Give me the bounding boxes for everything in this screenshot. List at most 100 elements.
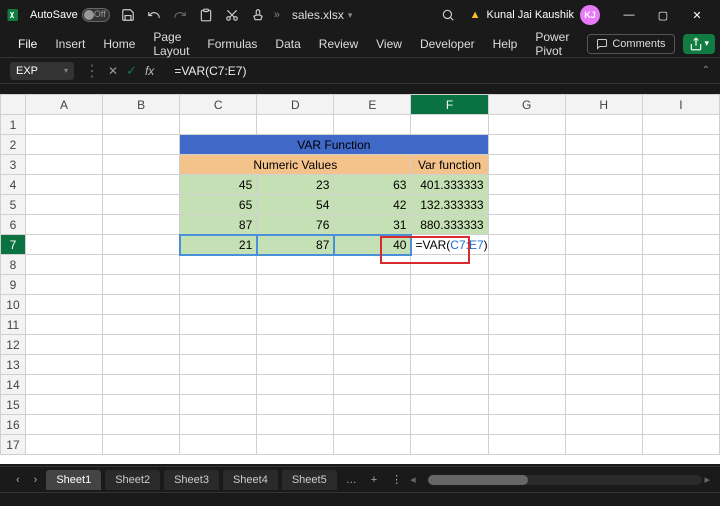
col-header[interactable]: B (103, 95, 180, 115)
cell[interactable]: 21 (180, 235, 257, 255)
tab-data[interactable]: Data (275, 37, 300, 51)
col-header[interactable]: C (180, 95, 257, 115)
formula-input[interactable]: =VAR(C7:E7) (174, 64, 246, 78)
col-header[interactable]: A (25, 95, 102, 115)
filename[interactable]: sales.xlsx (292, 8, 344, 22)
share-button[interactable]: ▾ (683, 34, 716, 54)
active-cell[interactable]: =VAR(C7:E7) (411, 235, 488, 255)
more-qat-icon[interactable]: » (274, 9, 280, 21)
excel-logo-icon (6, 6, 24, 24)
tab-home[interactable]: Home (103, 37, 135, 51)
tab-power-pivot[interactable]: Power Pivot (535, 30, 569, 58)
row-header[interactable]: 14 (1, 375, 26, 395)
next-sheet-icon[interactable]: › (28, 474, 44, 486)
sheet-tab[interactable]: Sheet3 (164, 470, 219, 490)
sheet-options-icon[interactable]: ⋮ (385, 473, 408, 486)
row-header[interactable]: 5 (1, 195, 26, 215)
row-header[interactable]: 11 (1, 315, 26, 335)
tab-help[interactable]: Help (493, 37, 518, 51)
row-header[interactable]: 17 (1, 435, 26, 455)
comment-icon (596, 38, 608, 50)
cell[interactable]: 401.333333 (411, 175, 488, 195)
tab-page-layout[interactable]: Page Layout (153, 30, 189, 58)
maximize-button[interactable]: ▢ (646, 1, 680, 29)
row-header[interactable]: 10 (1, 295, 26, 315)
tab-view[interactable]: View (376, 37, 402, 51)
row-header[interactable]: 15 (1, 395, 26, 415)
tab-review[interactable]: Review (319, 37, 358, 51)
cell[interactable]: 40 (334, 235, 411, 255)
sheet-tab[interactable]: Sheet1 (46, 470, 101, 490)
cell[interactable]: 87 (180, 215, 257, 235)
row-header[interactable]: 1 (1, 115, 26, 135)
cell[interactable]: 880.333333 (411, 215, 488, 235)
cell[interactable]: 23 (257, 175, 334, 195)
cell[interactable]: 76 (257, 215, 334, 235)
cell[interactable]: 87 (257, 235, 334, 255)
row-header[interactable]: 4 (1, 175, 26, 195)
tab-developer[interactable]: Developer (420, 37, 475, 51)
col-header[interactable]: G (488, 95, 565, 115)
fx-icon[interactable]: fx (145, 64, 154, 78)
sheet-tab[interactable]: Sheet2 (105, 470, 160, 490)
user-account[interactable]: ▲ Kunal Jai Kaushik KJ (470, 5, 600, 25)
row-header[interactable]: 2 (1, 135, 26, 155)
save-icon[interactable] (118, 5, 138, 25)
comments-button[interactable]: Comments (587, 34, 674, 54)
accept-formula-icon[interactable]: ✓ (126, 63, 137, 79)
share-icon (689, 37, 703, 51)
row-header[interactable]: 7 (1, 235, 26, 255)
cell[interactable]: 31 (334, 215, 411, 235)
select-all-corner[interactable] (1, 95, 26, 115)
cell[interactable]: 42 (334, 195, 411, 215)
redo-icon[interactable] (170, 5, 190, 25)
search-icon[interactable] (438, 5, 458, 25)
row-header[interactable]: 12 (1, 335, 26, 355)
row-header[interactable]: 6 (1, 215, 26, 235)
cell[interactable]: 63 (334, 175, 411, 195)
col-header[interactable]: H (565, 95, 642, 115)
col-header[interactable]: D (257, 95, 334, 115)
touch-icon[interactable] (248, 5, 268, 25)
row-header[interactable]: 16 (1, 415, 26, 435)
status-bar (0, 492, 720, 506)
tab-file[interactable]: File (18, 37, 37, 51)
clipboard-icon[interactable] (196, 5, 216, 25)
row-header[interactable]: 3 (1, 155, 26, 175)
minimize-button[interactable]: ― (612, 1, 646, 29)
expand-formula-icon[interactable]: ⌃ (702, 65, 710, 76)
ribbon: File Insert Home Page Layout Formulas Da… (0, 30, 720, 58)
cell[interactable]: 45 (180, 175, 257, 195)
cut-icon[interactable] (222, 5, 242, 25)
horizontal-scrollbar[interactable] (428, 475, 703, 485)
row-header[interactable]: 13 (1, 355, 26, 375)
autosave-label: AutoSave (30, 9, 78, 21)
cell-header[interactable]: Var function (411, 155, 488, 175)
chevron-down-icon[interactable]: ▾ (348, 10, 353, 21)
more-sheets-icon[interactable]: … (340, 474, 363, 486)
close-button[interactable]: ✕ (680, 1, 714, 29)
undo-icon[interactable] (144, 5, 164, 25)
title-bar: AutoSave Off » sales.xlsx ▾ ▲ Kunal Jai … (0, 0, 720, 30)
cell[interactable]: 54 (257, 195, 334, 215)
name-box[interactable]: EXP ▾ (10, 62, 74, 80)
row-header[interactable]: 9 (1, 275, 26, 295)
prev-sheet-icon[interactable]: ‹ (10, 474, 26, 486)
autosave-toggle[interactable]: AutoSave Off (30, 8, 110, 22)
cell[interactable]: 65 (180, 195, 257, 215)
cell-title[interactable]: VAR Function (180, 135, 488, 155)
row-header[interactable]: 8 (1, 255, 26, 275)
avatar: KJ (580, 5, 600, 25)
tab-insert[interactable]: Insert (55, 37, 85, 51)
tab-formulas[interactable]: Formulas (207, 37, 257, 51)
add-sheet-icon[interactable]: + (365, 474, 383, 486)
cancel-formula-icon[interactable]: ✕ (108, 64, 118, 78)
sheet-tab[interactable]: Sheet4 (223, 470, 278, 490)
cell-header[interactable]: Numeric Values (180, 155, 411, 175)
col-header[interactable]: F (411, 95, 488, 115)
cell[interactable]: 132.333333 (411, 195, 488, 215)
col-header[interactable]: E (334, 95, 411, 115)
worksheet[interactable]: A B C D E F G H I 1 2 VAR Function 3 Numer… (0, 94, 720, 464)
col-header[interactable]: I (642, 95, 719, 115)
sheet-tab[interactable]: Sheet5 (282, 470, 337, 490)
